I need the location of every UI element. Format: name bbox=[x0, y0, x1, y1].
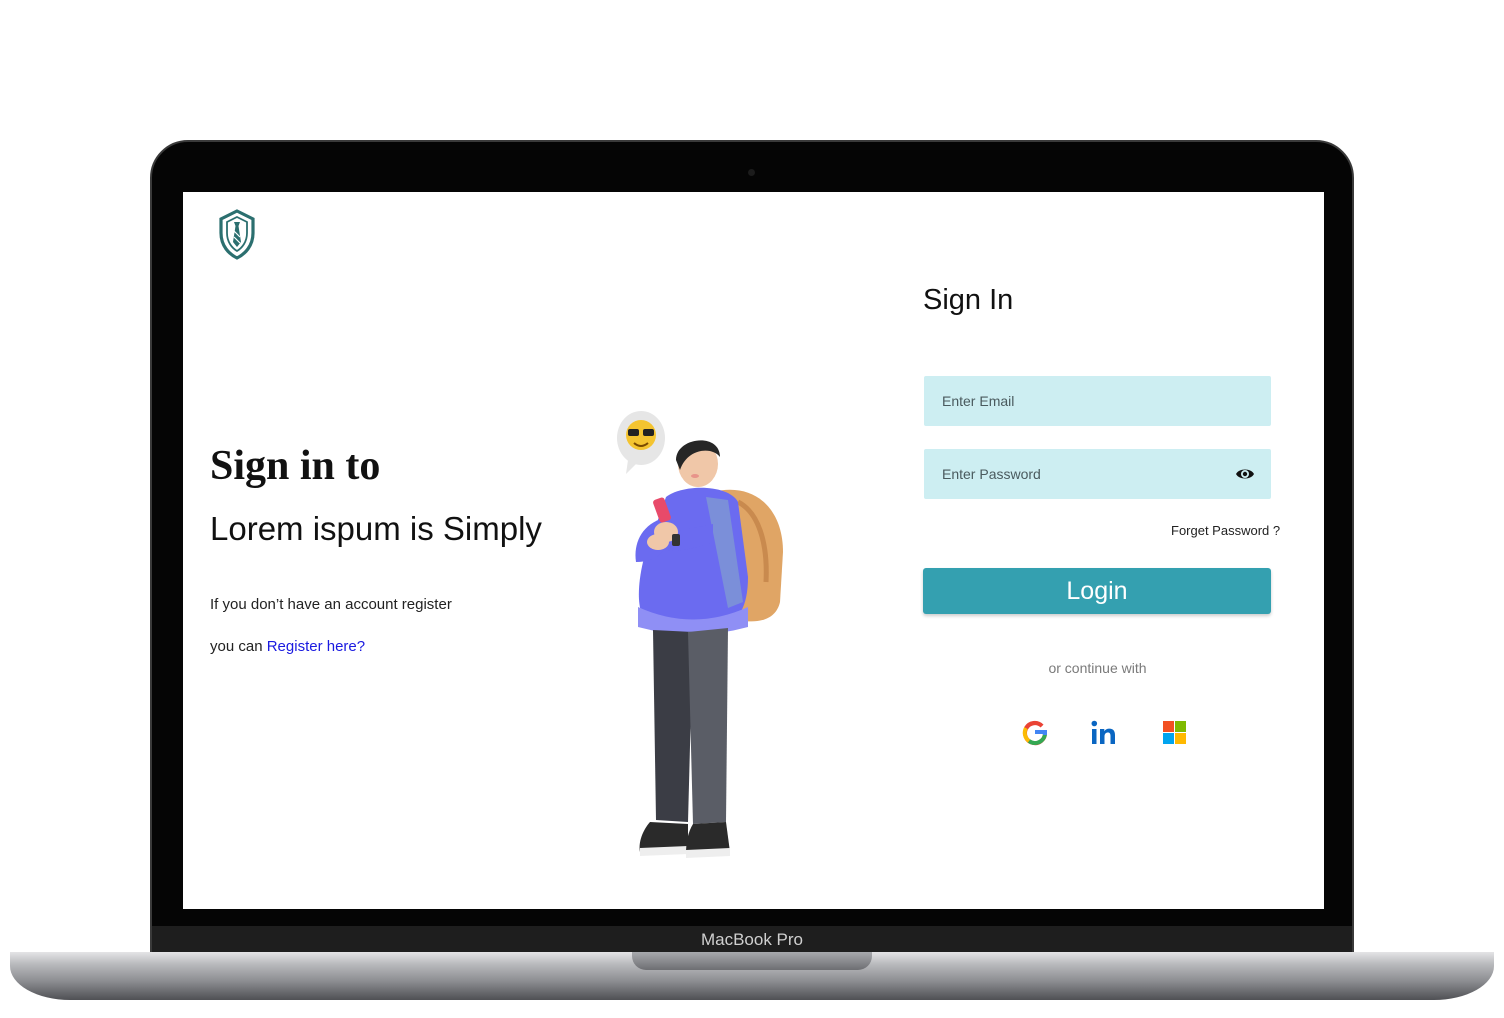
forgot-password-link[interactable]: Forget Password ? bbox=[1171, 523, 1280, 538]
person-illustration bbox=[617, 411, 783, 858]
laptop-notch bbox=[632, 952, 872, 970]
login-button[interactable]: Login bbox=[923, 568, 1271, 614]
password-input[interactable] bbox=[924, 449, 1222, 499]
page-subheading: Lorem ispum is Simply bbox=[210, 510, 542, 547]
login-screen: Sign in to Lorem ispum is Simply If you … bbox=[183, 192, 1324, 909]
shield-logo-icon bbox=[219, 209, 255, 260]
microsoft-icon[interactable] bbox=[1161, 718, 1189, 748]
register-link[interactable]: Register here? bbox=[267, 638, 365, 655]
linkedin-icon[interactable] bbox=[1090, 718, 1118, 748]
email-field bbox=[924, 376, 1271, 426]
sign-in-title: Sign In bbox=[923, 284, 1014, 316]
register-prefix: you can bbox=[210, 638, 267, 655]
password-field bbox=[924, 449, 1271, 499]
register-text: If you don’t have an account register bbox=[210, 596, 452, 613]
continue-with-text: or continue with bbox=[1048, 660, 1147, 676]
eye-icon[interactable] bbox=[1235, 465, 1255, 483]
page-heading: Sign in to bbox=[210, 443, 381, 489]
register-line: you can Register here? bbox=[210, 638, 365, 655]
email-input[interactable] bbox=[924, 376, 1222, 426]
device-label: MacBook Pro bbox=[700, 930, 804, 949]
camera-icon bbox=[748, 169, 755, 176]
google-icon[interactable] bbox=[1021, 718, 1049, 748]
